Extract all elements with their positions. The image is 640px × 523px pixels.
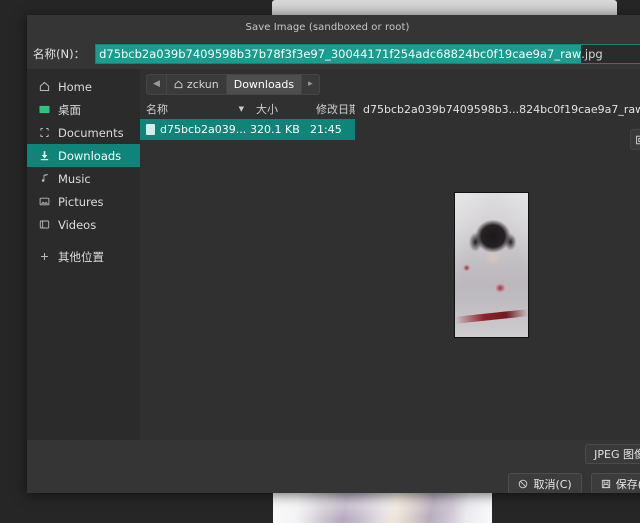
places-sidebar: Home 桌面 Documents Downloads Music Pictur…: [27, 69, 140, 440]
dialog-titlebar: Save Image (sandboxed or root): [27, 15, 640, 39]
sidebar-item-desktop[interactable]: 桌面: [27, 98, 140, 121]
column-header-label: 名称: [146, 103, 168, 116]
filename-extension-text: .jpg: [581, 46, 603, 61]
filename-input[interactable]: d75bcb2a039b7409598b37b78f3f3e97_3004417…: [95, 44, 640, 64]
dialog-action-buttons: 取消(C) 保存(S: [508, 473, 640, 493]
sidebar-item-label: Music: [58, 171, 91, 186]
sidebar-item-documents[interactable]: Documents: [27, 121, 140, 144]
download-icon: [37, 149, 51, 163]
breadcrumb-label: Downloads: [233, 77, 295, 91]
documents-icon: [37, 126, 51, 140]
screen: Save Image (sandboxed or root) 名称(N)： d7…: [0, 0, 640, 523]
video-icon: [37, 218, 51, 232]
column-header-size[interactable]: 大小: [250, 101, 310, 117]
background-window-titlebar: [272, 0, 617, 15]
sidebar-item-music[interactable]: Music: [27, 167, 140, 190]
sidebar-separator: [27, 236, 140, 245]
path-back-button[interactable]: ◀: [147, 74, 167, 94]
dialog-title: Save Image (sandboxed or root): [245, 21, 410, 33]
path-forward-button[interactable]: ▸: [302, 75, 319, 94]
file-list-rows: d75bcb2a039... 320.1 KB 21:45: [140, 119, 355, 440]
save-button-label: 保存(S: [615, 477, 640, 491]
save-floppy-icon: [601, 479, 611, 489]
sidebar-item-videos[interactable]: Videos: [27, 213, 140, 236]
file-list: 名称 ▼ 大小 修改日期 d75bcb2a039... 320.1 KB 21:…: [140, 99, 360, 440]
new-folder-button[interactable]: [630, 129, 640, 150]
file-browser: ◀ zckun Downloads ▸ 名称 ▼ 大小 修改日期 d75bcb2…: [140, 69, 640, 440]
file-name-cell: d75bcb2a039...: [140, 123, 250, 136]
file-icon: [146, 124, 155, 135]
breadcrumb-label: zckun: [186, 77, 219, 91]
background-image-content: [273, 493, 492, 523]
breadcrumb-item-downloads[interactable]: Downloads: [226, 74, 303, 94]
save-button[interactable]: 保存(S: [590, 473, 640, 493]
cancel-circle-icon: [518, 479, 528, 489]
sidebar-item-pictures[interactable]: Pictures: [27, 190, 140, 213]
sidebar-item-home[interactable]: Home: [27, 75, 140, 98]
table-row[interactable]: d75bcb2a039... 320.1 KB 21:45: [140, 119, 355, 140]
file-type-filter-select[interactable]: JPEG 图像: [585, 444, 640, 464]
path-bar: ◀ zckun Downloads ▸: [140, 69, 640, 99]
sort-descending-icon: ▼: [238, 105, 244, 113]
plus-icon: [37, 250, 51, 264]
file-list-headers: 名称 ▼ 大小 修改日期: [140, 99, 360, 119]
filename-row: 名称(N)： d75bcb2a039b7409598b37b78f3f3e97_…: [27, 39, 640, 69]
sidebar-item-label: Pictures: [58, 194, 104, 209]
breadcrumb-item-zckun[interactable]: zckun: [167, 74, 227, 94]
image-preview-thumbnail: [454, 192, 529, 338]
desktop-folder-icon: [37, 103, 51, 117]
file-date-cell: 21:45: [310, 123, 342, 136]
sidebar-item-other-locations[interactable]: 其他位置: [27, 245, 140, 268]
column-header-name[interactable]: 名称 ▼: [140, 101, 250, 117]
music-note-icon: [37, 172, 51, 186]
cancel-button-label: 取消(C): [533, 477, 572, 491]
thumbnail-shading: [455, 193, 528, 337]
sidebar-item-downloads[interactable]: Downloads: [27, 144, 140, 167]
filename-label: 名称(N)：: [33, 47, 86, 61]
preview-filename: d75bcb2a039b7409598b3...824bc0f19cae9a7_…: [363, 103, 640, 116]
column-header-label: 大小: [256, 103, 278, 116]
list-and-preview: 名称 ▼ 大小 修改日期 d75bcb2a039... 320.1 KB 21:…: [140, 99, 640, 440]
sidebar-item-label: Videos: [58, 217, 97, 232]
save-image-dialog: Save Image (sandboxed or root) 名称(N)： d7…: [27, 15, 640, 493]
home-icon: [174, 80, 183, 89]
cancel-button[interactable]: 取消(C): [508, 473, 582, 493]
filename-selected-text: d75bcb2a039b7409598b37b78f3f3e97_3004417…: [96, 45, 582, 63]
file-name-text: d75bcb2a039...: [160, 123, 247, 136]
sidebar-item-label: 桌面: [58, 102, 81, 117]
file-size-cell: 320.1 KB: [250, 123, 300, 136]
breadcrumb: ◀ zckun Downloads ▸: [146, 73, 320, 95]
sidebar-item-label: Downloads: [58, 148, 122, 163]
new-folder-icon: [635, 134, 640, 146]
sidebar-item-label: Documents: [58, 125, 124, 140]
sidebar-item-label: Home: [58, 79, 92, 94]
column-header-date[interactable]: 修改日期: [310, 101, 360, 117]
picture-icon: [37, 195, 51, 209]
preview-pane: d75bcb2a039b7409598b3...824bc0f19cae9a7_…: [355, 99, 640, 440]
file-type-filter-row: JPEG 图像: [585, 444, 640, 464]
column-header-label: 修改日期: [316, 103, 360, 116]
dialog-footer: JPEG 图像 取消(C) 保存: [27, 440, 640, 493]
home-icon: [37, 80, 51, 94]
dialog-body: Home 桌面 Documents Downloads Music Pictur…: [27, 69, 640, 440]
sidebar-item-label: 其他位置: [58, 249, 104, 264]
